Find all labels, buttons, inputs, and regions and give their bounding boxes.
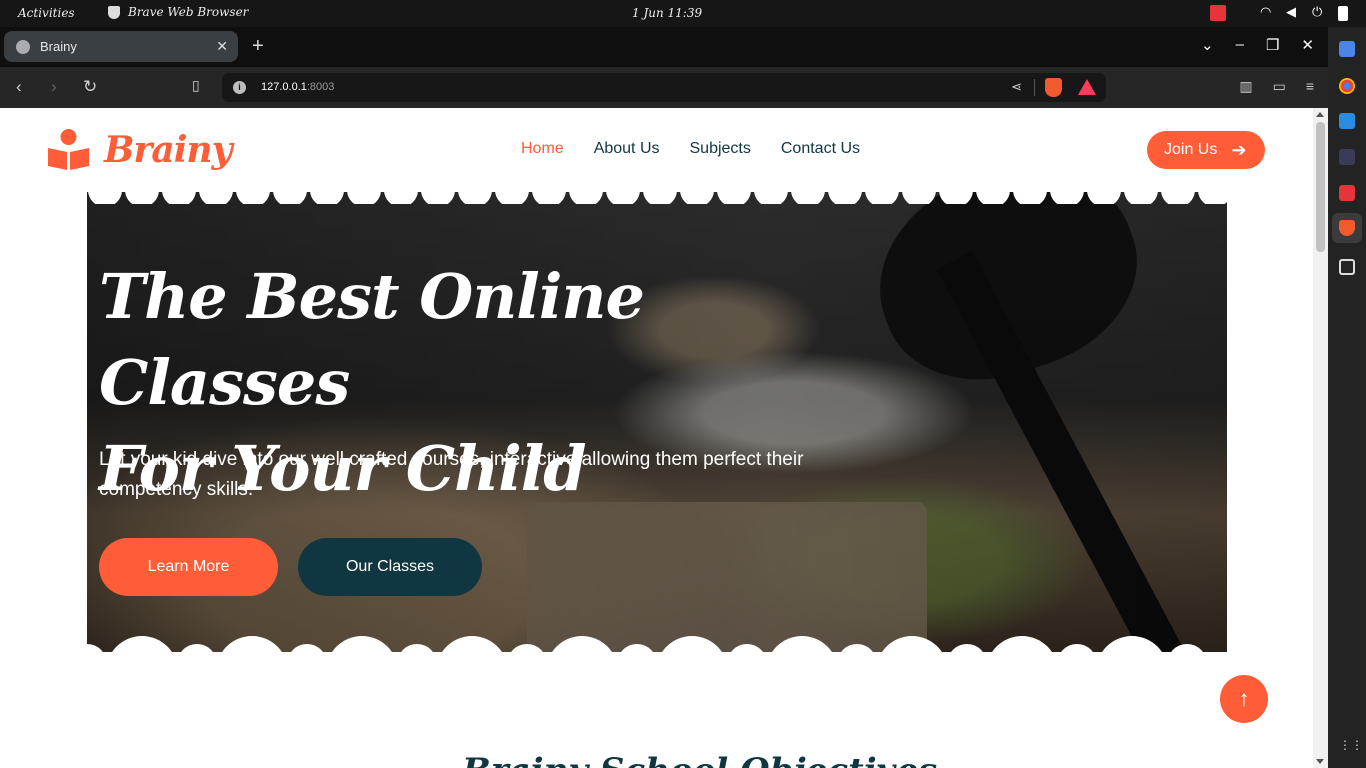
- window-controls: ⌄ – ❐ ✕: [1201, 36, 1314, 54]
- brand-name: Brainy: [104, 129, 232, 171]
- power-icon[interactable]: ⏻: [1312, 5, 1328, 21]
- scallop-top-edge: [87, 184, 1227, 204]
- system-tray[interactable]: ◠ ◀ ⏻: [1210, 5, 1348, 21]
- brave-rewards-icon[interactable]: [1078, 79, 1096, 95]
- brave-dock-icon[interactable]: [1339, 220, 1355, 236]
- scroll-down-icon[interactable]: [1316, 759, 1324, 764]
- address-bar[interactable]: i 127.0.0.1:8003 ⋖: [222, 73, 1106, 102]
- scrollbar-thumb[interactable]: [1316, 122, 1325, 252]
- brave-shields-icon[interactable]: [1045, 78, 1062, 97]
- close-tab-icon[interactable]: ✕: [216, 38, 228, 55]
- globe-icon: [16, 39, 30, 54]
- wifi-icon[interactable]: ◠: [1260, 5, 1276, 21]
- app-name: Brave Web Browser: [128, 5, 249, 19]
- nav-home[interactable]: Home: [521, 140, 564, 158]
- scroll-up-icon[interactable]: [1316, 112, 1324, 117]
- book-person-icon: [48, 129, 89, 170]
- divider: [1034, 79, 1035, 96]
- learn-more-button[interactable]: Learn More: [99, 538, 278, 596]
- app-grid-icon[interactable]: ⋮⋮: [1339, 738, 1363, 754]
- activities-button[interactable]: Activities: [18, 6, 75, 20]
- our-classes-button[interactable]: Our Classes: [298, 538, 482, 596]
- dock: ⋮⋮: [1328, 27, 1366, 768]
- volume-icon[interactable]: ◀: [1286, 5, 1302, 21]
- anydesk-dock-icon[interactable]: [1339, 185, 1355, 201]
- sidebar-toggle-icon[interactable]: ▥: [1239, 78, 1252, 95]
- minimize-icon[interactable]: –: [1236, 36, 1244, 54]
- back-to-top-button[interactable]: ↑: [1220, 675, 1268, 723]
- arrow-right-icon: ➔: [1231, 139, 1247, 160]
- brave-lion-icon: [108, 5, 120, 19]
- join-us-button[interactable]: Join Us ➔: [1147, 131, 1265, 169]
- tab-brainy[interactable]: Brainy ✕: [4, 31, 238, 62]
- hero-banner: The Best Online Classes For Your Child L…: [87, 192, 1227, 652]
- chrome-icon[interactable]: [1339, 78, 1355, 94]
- trash-icon[interactable]: [1339, 259, 1355, 275]
- nav-about[interactable]: About Us: [594, 140, 660, 158]
- bookmark-icon[interactable]: ▯: [192, 77, 200, 94]
- system-top-bar: Activities Brave Web Browser 1 Jun 11:39…: [0, 0, 1366, 27]
- url-text[interactable]: 127.0.0.1:8003: [261, 81, 334, 93]
- scallop-bottom-edge: [87, 636, 1227, 664]
- back-icon[interactable]: ‹: [16, 77, 22, 97]
- anydesk-icon[interactable]: [1210, 5, 1226, 21]
- menu-icon[interactable]: ≡: [1306, 78, 1314, 95]
- maximize-icon[interactable]: ❐: [1266, 36, 1279, 54]
- vscode-icon[interactable]: [1339, 113, 1355, 129]
- terminal-icon[interactable]: [1339, 149, 1355, 165]
- forward-icon[interactable]: ›: [51, 77, 57, 97]
- tab-list-icon[interactable]: ⌄: [1201, 36, 1214, 54]
- arrow-up-icon: ↑: [1238, 686, 1250, 711]
- close-window-icon[interactable]: ✕: [1301, 36, 1314, 54]
- hero-subtitle: Let your kid dive into our well crafted …: [99, 449, 804, 500]
- section-title: Brainy School Objectives: [462, 751, 937, 768]
- hero-title-line1: The Best Online Classes: [99, 260, 645, 419]
- brand-logo[interactable]: Brainy: [47, 128, 232, 172]
- docs-icon[interactable]: [1339, 41, 1355, 57]
- tab-title: Brainy: [40, 39, 77, 54]
- nav-subjects[interactable]: Subjects: [690, 140, 751, 158]
- site-info-icon[interactable]: i: [233, 81, 246, 94]
- new-tab-button[interactable]: +: [252, 35, 264, 58]
- tab-strip: Brainy ✕ + ⌄ – ❐ ✕: [0, 27, 1328, 67]
- app-menu[interactable]: Brave Web Browser: [108, 5, 248, 19]
- nav-contact[interactable]: Contact Us: [781, 140, 860, 158]
- clock[interactable]: 1 Jun 11:39: [632, 6, 702, 20]
- battery-icon[interactable]: [1338, 5, 1348, 21]
- toolbar-right: ▥ ▭ ≡: [1239, 78, 1314, 95]
- wallet-icon[interactable]: ▭: [1273, 78, 1286, 95]
- main-nav: Home About Us Subjects Contact Us: [521, 140, 860, 158]
- page-scrollbar[interactable]: [1313, 108, 1328, 768]
- browser-toolbar: ‹ › ↻ ▯ i 127.0.0.1:8003 ⋖ ▥ ▭ ≡: [0, 67, 1328, 108]
- web-page: Brainy Home About Us Subjects Contact Us…: [0, 108, 1313, 768]
- reload-icon[interactable]: ↻: [83, 77, 97, 97]
- share-icon[interactable]: ⋖: [1011, 79, 1022, 95]
- join-us-label: Join Us: [1164, 141, 1218, 158]
